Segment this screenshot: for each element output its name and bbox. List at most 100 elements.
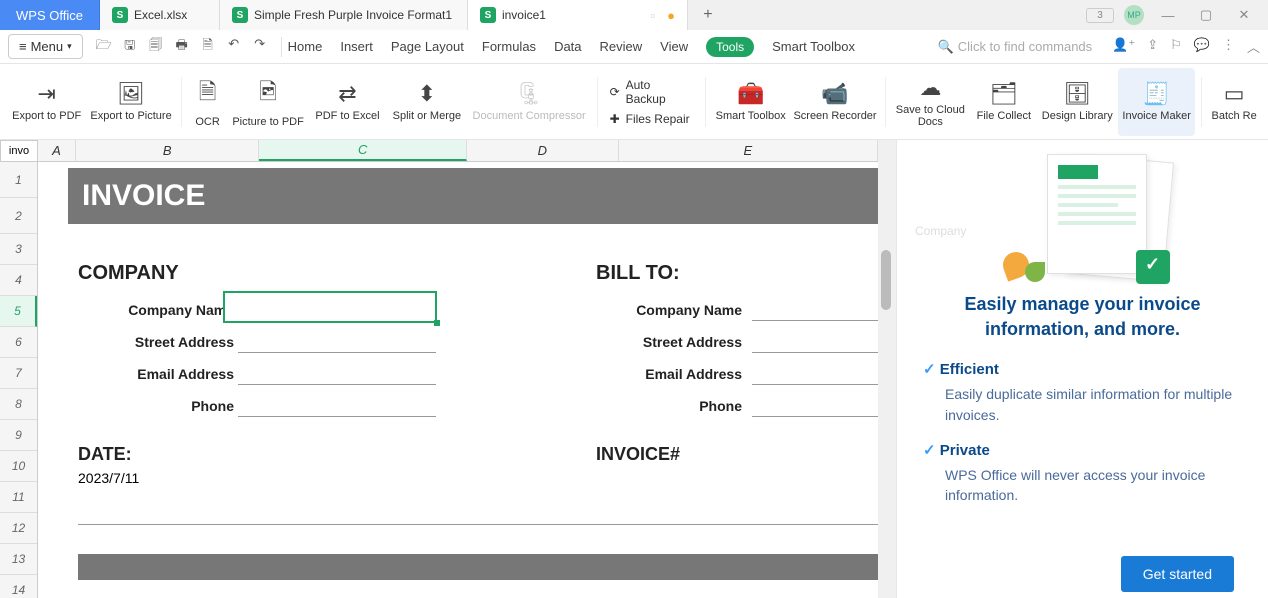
row-header-3[interactable]: 3: [0, 234, 37, 265]
rib-label: Export to PDF: [12, 110, 81, 122]
picture-to-pdf-icon: 🖻: [259, 75, 277, 113]
name-box[interactable]: invo: [0, 140, 38, 162]
row-header-1[interactable]: 1: [0, 162, 37, 198]
app-tab[interactable]: WPS Office: [0, 0, 100, 30]
field-street-2: Street Address: [578, 334, 742, 350]
field-email-2: Email Address: [578, 366, 742, 382]
row-header-13[interactable]: 13: [0, 544, 37, 575]
feature-private-heading: Private: [923, 441, 1248, 459]
spreadsheet[interactable]: invo A B C D E 1234567891011121314 INVOI…: [0, 140, 878, 598]
menu-pagelayout[interactable]: Page Layout: [391, 39, 464, 54]
export-picture-button[interactable]: 🖼Export to Picture: [87, 68, 174, 136]
print-icon[interactable]: 🗐: [147, 36, 165, 58]
smart-toolbox-button[interactable]: 🧰Smart Toolbox: [712, 68, 789, 136]
row-header-8[interactable]: 8: [0, 389, 37, 420]
tab-menu-icon[interactable]: ▫: [650, 8, 655, 23]
close-button[interactable]: ✕: [1230, 7, 1258, 23]
col-header-a[interactable]: A: [38, 140, 76, 161]
doc-tab-1[interactable]: S Excel.xlsx: [100, 0, 220, 30]
rib-label: Batch Re: [1211, 110, 1256, 122]
menu-button[interactable]: ≡ Menu ▾: [8, 34, 83, 59]
feedback-icon[interactable]: 💬: [1194, 37, 1210, 56]
more-icon[interactable]: ⋮: [1222, 37, 1235, 56]
share-icon[interactable]: ⇪: [1147, 37, 1158, 56]
ocr-button[interactable]: 🗎OCR: [188, 68, 228, 136]
redo-icon[interactable]: ↷: [251, 36, 269, 58]
doc-tab-3[interactable]: S invoice1 ▫ ●: [468, 0, 688, 30]
pdf-to-excel-button[interactable]: ⇄PDF to Excel: [309, 68, 386, 136]
command-search[interactable]: 🔍 Click to find commands: [938, 39, 1093, 55]
save-cloud-button[interactable]: ☁Save to Cloud Docs: [892, 68, 969, 136]
menu-label: Menu: [31, 39, 64, 54]
design-library-button[interactable]: 🗄Design Library: [1039, 68, 1116, 136]
open-icon[interactable]: 🗁: [95, 36, 113, 58]
window-counter[interactable]: 3: [1086, 8, 1114, 23]
printer-icon[interactable]: 🖶: [173, 36, 191, 58]
field-phone-2: Phone: [578, 398, 742, 414]
row-header-7[interactable]: 7: [0, 358, 37, 389]
active-cell[interactable]: [223, 291, 437, 323]
vertical-scrollbar[interactable]: [878, 140, 896, 598]
row-header-9[interactable]: 9: [0, 420, 37, 451]
files-repair-button[interactable]: ✚Files Repair: [610, 112, 693, 126]
row-header-14[interactable]: 14: [0, 575, 37, 598]
invoice-maker-panel: Company Easily manage your invoice infor…: [896, 140, 1268, 598]
row-header-5[interactable]: 5: [0, 296, 37, 327]
field-email: Email Address: [78, 366, 234, 382]
rib-label: Files Repair: [626, 112, 690, 126]
export-pdf-button[interactable]: ⇥Export to PDF: [8, 68, 85, 136]
col-header-d[interactable]: D: [467, 140, 619, 161]
fill-handle[interactable]: [434, 320, 440, 326]
settings-icon[interactable]: ⚐: [1170, 37, 1182, 56]
scroll-thumb[interactable]: [881, 250, 891, 310]
row-header-11[interactable]: 11: [0, 482, 37, 513]
menu-tools[interactable]: Tools: [706, 37, 754, 57]
get-started-button[interactable]: Get started: [1121, 556, 1234, 592]
row-header-2[interactable]: 2: [0, 198, 37, 234]
account-icon[interactable]: 👤⁺: [1112, 37, 1135, 56]
recorder-icon: 📹: [821, 81, 848, 107]
new-tab-button[interactable]: +: [688, 0, 728, 30]
check-badge-icon: [1136, 250, 1170, 284]
document-compressor-button: 🗜Document Compressor: [468, 68, 591, 136]
compressor-icon: 🗜: [515, 81, 543, 107]
panel-title: Easily manage your invoice information, …: [917, 292, 1248, 342]
menu-home[interactable]: Home: [288, 39, 323, 54]
save-icon[interactable]: 🖫: [121, 36, 139, 58]
preview-icon[interactable]: 🗎: [199, 36, 217, 58]
menu-data[interactable]: Data: [554, 39, 581, 54]
col-header-b[interactable]: B: [76, 140, 260, 161]
doc-tab-2[interactable]: S Simple Fresh Purple Invoice Format1: [220, 0, 468, 30]
batch-button[interactable]: ▭Batch Re: [1208, 68, 1260, 136]
date-heading: DATE:: [78, 444, 132, 465]
avatar[interactable]: MP: [1124, 5, 1144, 25]
split-merge-button[interactable]: ⬍Split or Merge: [388, 68, 465, 136]
billto-heading: BILL TO:: [596, 262, 680, 285]
rib-label: Picture to PDF: [232, 116, 304, 128]
menu-smarttoolbox[interactable]: Smart Toolbox: [772, 39, 855, 54]
undo-icon[interactable]: ↶: [225, 36, 243, 58]
menu-view[interactable]: View: [660, 39, 688, 54]
row-header-12[interactable]: 12: [0, 513, 37, 544]
col-header-e[interactable]: E: [619, 140, 878, 161]
maximize-button[interactable]: ▢: [1192, 7, 1220, 23]
picture-to-pdf-button[interactable]: 🖻 Picture to PDF: [229, 68, 306, 136]
invoice-maker-button[interactable]: 🧾Invoice Maker: [1118, 68, 1195, 136]
rib-label: OCR: [195, 116, 219, 128]
auto-backup-button[interactable]: ⟳Auto Backup: [610, 78, 693, 106]
collapse-ribbon-icon[interactable]: ︿: [1247, 37, 1260, 56]
company-heading: COMPANY: [78, 262, 179, 285]
col-header-c[interactable]: C: [259, 140, 467, 161]
row-header-4[interactable]: 4: [0, 265, 37, 296]
table-header-bar: [78, 554, 878, 580]
row-header-10[interactable]: 10: [0, 451, 37, 482]
file-collect-button[interactable]: 🗂File Collect: [971, 68, 1037, 136]
doc-tab-label: invoice1: [502, 8, 546, 22]
row-header-6[interactable]: 6: [0, 327, 37, 358]
spreadsheet-icon: S: [480, 7, 496, 23]
screen-recorder-button[interactable]: 📹Screen Recorder: [791, 68, 878, 136]
menu-review[interactable]: Review: [600, 39, 643, 54]
minimize-button[interactable]: —: [1154, 8, 1182, 23]
menu-insert[interactable]: Insert: [340, 39, 373, 54]
menu-formulas[interactable]: Formulas: [482, 39, 536, 54]
